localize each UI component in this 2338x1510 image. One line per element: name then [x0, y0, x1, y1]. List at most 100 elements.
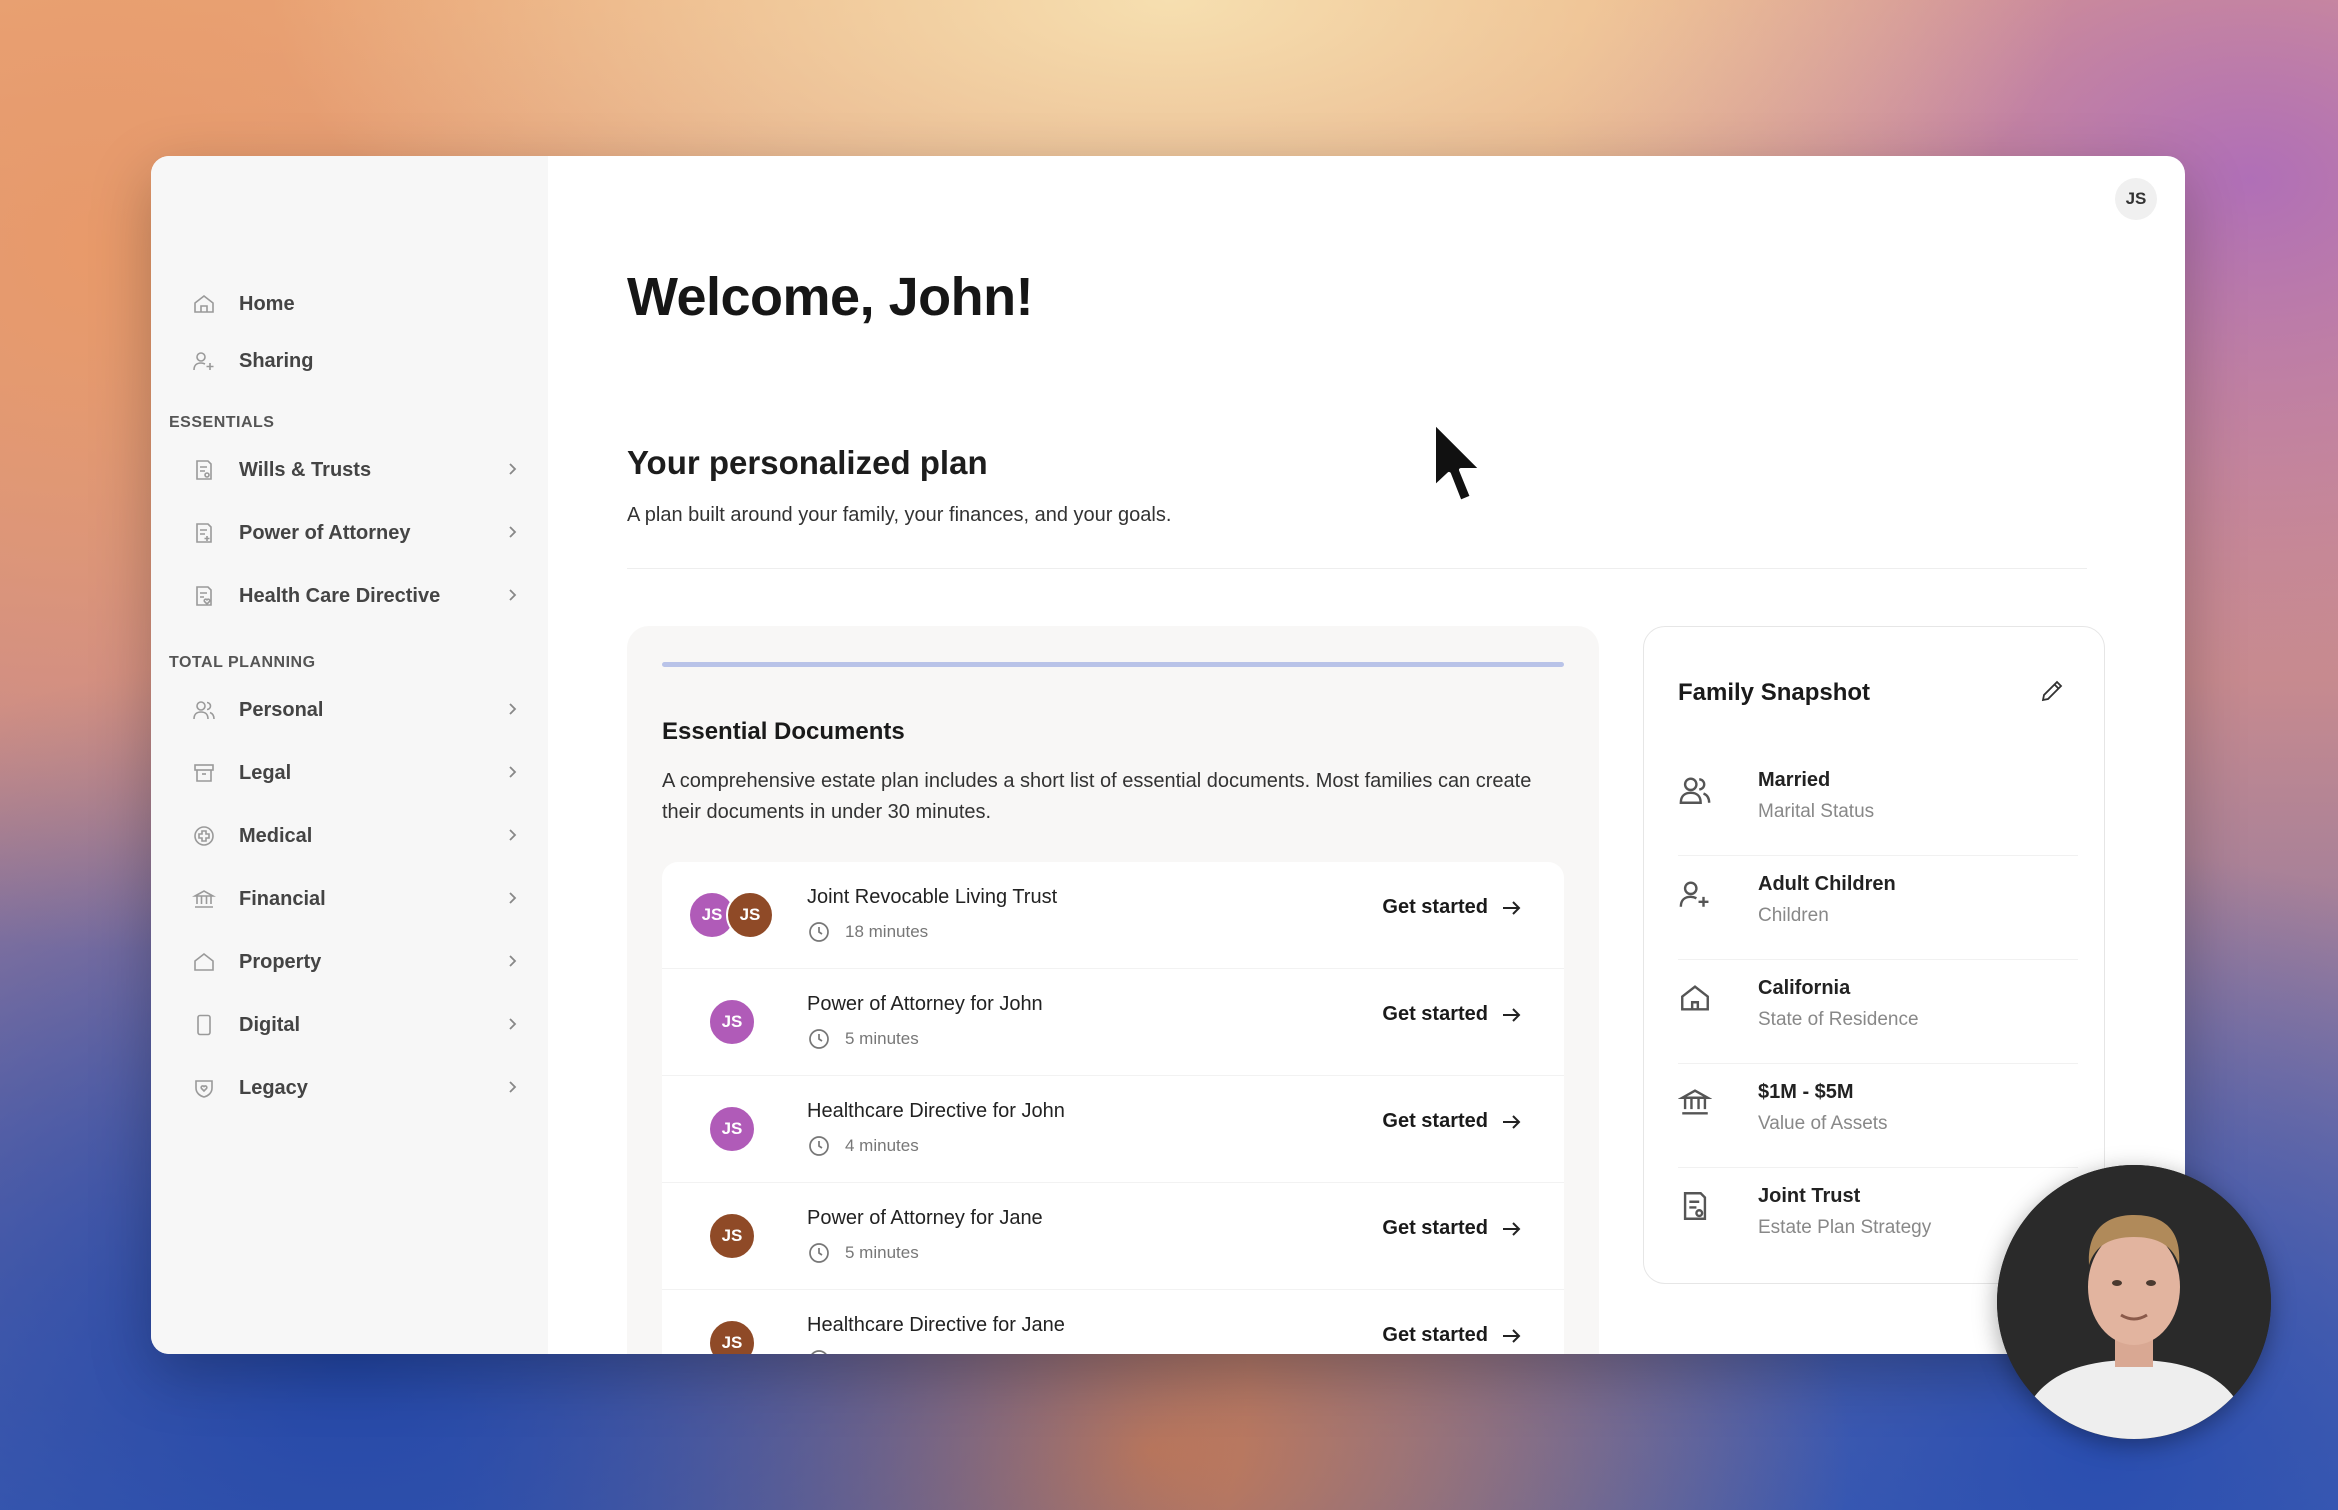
sidebar-item-legacy[interactable]: Legacy: [191, 1064, 521, 1112]
section-label-essentials: ESSENTIALS: [169, 414, 275, 431]
get-started-button[interactable]: Get started: [1382, 1217, 1522, 1240]
sidebar-item-label: Home: [239, 292, 295, 315]
avatar-jane: JS: [708, 1212, 756, 1260]
sidebar-item-label: Financial: [239, 887, 326, 910]
app-window: Home Sharing ESSENTIALS Wills & Trusts P…: [151, 156, 2185, 1354]
sidebar-item-property[interactable]: Property: [191, 938, 521, 986]
user-add-icon: [191, 348, 217, 374]
get-started-label: Get started: [1382, 896, 1488, 918]
sidebar-item-power-of-attorney[interactable]: Power of Attorney: [191, 509, 521, 557]
sidebar-item-home[interactable]: Home: [191, 280, 521, 328]
bank-icon: [191, 886, 217, 912]
get-started-button[interactable]: Get started: [1382, 1324, 1522, 1347]
chevron-right-icon: [505, 954, 521, 970]
snapshot-label: Marital Status: [1758, 801, 1875, 822]
sidebar-item-label: Health Care Directive: [239, 584, 441, 607]
snapshot-value: $1M - $5M: [1758, 1081, 1854, 1103]
section-label-total-planning: TOTAL PLANNING: [169, 654, 316, 671]
chevron-right-icon: [505, 702, 521, 718]
sidebar-item-sharing[interactable]: Sharing: [191, 337, 521, 385]
sidebar-item-personal[interactable]: Personal: [191, 686, 521, 734]
document-time: [807, 1348, 845, 1354]
document-title: Healthcare Directive for Jane: [807, 1314, 1065, 1336]
family-snapshot-card: Family Snapshot Married Marital Status A…: [1643, 626, 2105, 1284]
document-time-label: 5 minutes: [845, 1029, 919, 1048]
sidebar-item-label: Wills & Trusts: [239, 458, 372, 481]
sidebar-item-digital[interactable]: Digital: [191, 1001, 521, 1049]
archive-icon: [191, 760, 217, 786]
document-row-poa-jane[interactable]: JS Power of Attorney for Jane 5 minutes …: [662, 1183, 1564, 1290]
bank-icon: [1677, 1085, 1714, 1121]
chevron-right-icon: [505, 1017, 521, 1033]
sidebar-item-label: Power of Attorney: [239, 521, 411, 544]
sidebar-item-medical[interactable]: Medical: [191, 812, 521, 860]
document-row-hcd-jane[interactable]: JS Healthcare Directive for Jane Get sta…: [662, 1290, 1564, 1354]
sidebar: Home Sharing ESSENTIALS Wills & Trusts P…: [151, 156, 548, 1354]
document-title: Joint Revocable Living Trust: [807, 886, 1058, 908]
sidebar-item-label: Property: [239, 950, 322, 973]
presenter-video-image: [1997, 1165, 2271, 1439]
document-title: Power of Attorney for Jane: [807, 1207, 1043, 1229]
clock-icon: [811, 1350, 827, 1354]
arrow-right-icon: [1503, 900, 1521, 915]
get-started-button[interactable]: Get started: [1382, 1003, 1522, 1026]
document-row-poa-john[interactable]: JS Power of Attorney for John 5 minutes …: [662, 969, 1564, 1076]
medical-icon: [191, 823, 217, 849]
snapshot-label: Value of Assets: [1758, 1113, 1888, 1134]
avatar-john: JS: [708, 1105, 756, 1153]
document-title: Power of Attorney for John: [807, 993, 1043, 1015]
arrow-right-icon: [1503, 1221, 1521, 1236]
users-icon: [1678, 773, 1714, 809]
document-icon: [1678, 1189, 1714, 1225]
document-row-joint-trust[interactable]: JS JS Joint Revocable Living Trust 18 mi…: [662, 862, 1564, 969]
webcam-overlay: [1997, 1165, 2271, 1439]
get-started-button[interactable]: Get started: [1382, 1110, 1522, 1133]
document-icon: [191, 520, 217, 546]
snapshot-value: Adult Children: [1758, 873, 1896, 895]
avatar-john: JS: [708, 998, 756, 1046]
document-row-hcd-john[interactable]: JS Healthcare Directive for John 4 minut…: [662, 1076, 1564, 1183]
document-list: JS JS Joint Revocable Living Trust 18 mi…: [662, 862, 1564, 1354]
sidebar-item-label: Sharing: [239, 349, 314, 372]
sidebar-item-wills-trusts[interactable]: Wills & Trusts: [191, 446, 521, 494]
arrow-right-icon: [1503, 1328, 1521, 1343]
main-content: JS Welcome, John! Your personalized plan…: [548, 156, 2185, 1354]
sidebar-item-financial[interactable]: Financial: [191, 875, 521, 923]
document-time: 18 minutes: [807, 920, 928, 944]
home-icon: [1678, 981, 1714, 1017]
chevron-right-icon: [505, 1080, 521, 1096]
phone-icon: [191, 1012, 217, 1038]
snapshot-item-children: Adult Children Children: [1678, 855, 2078, 960]
sidebar-item-health-care-directive[interactable]: Health Care Directive: [191, 572, 521, 620]
snapshot-label: Children: [1758, 905, 1829, 926]
chevron-right-icon: [505, 891, 521, 907]
plan-subtitle: A plan built around your family, your fi…: [627, 504, 1172, 526]
snapshot-item-assets: $1M - $5M Value of Assets: [1677, 1063, 2078, 1168]
document-icon: [191, 457, 217, 483]
chevron-right-icon: [505, 828, 521, 844]
user-avatar[interactable]: JS: [2115, 178, 2157, 220]
family-snapshot-title: Family Snapshot: [1678, 679, 1871, 706]
chevron-right-icon: [505, 765, 521, 781]
chevron-right-icon: [505, 525, 521, 541]
page-title: Welcome, John!: [627, 267, 1034, 327]
get-started-label: Get started: [1382, 1003, 1488, 1025]
sidebar-item-label: Medical: [239, 824, 313, 847]
chevron-right-icon: [505, 462, 521, 478]
sidebar-item-legal[interactable]: Legal: [191, 749, 521, 797]
edit-pencil-icon[interactable]: [2038, 677, 2068, 707]
get-started-button[interactable]: Get started: [1382, 896, 1522, 919]
get-started-label: Get started: [1382, 1324, 1488, 1346]
plan-title: Your personalized plan: [627, 444, 988, 481]
document-time: 4 minutes: [807, 1134, 919, 1158]
arrow-right-icon: [1503, 1114, 1521, 1129]
sidebar-item-label: Legal: [239, 761, 292, 784]
document-time: 5 minutes: [807, 1241, 919, 1265]
document-time-label: 18 minutes: [845, 922, 929, 941]
arrow-right-icon: [1503, 1007, 1521, 1022]
snapshot-item-residence: California State of Residence: [1678, 959, 2078, 1064]
clock-icon: [809, 1029, 829, 1049]
snapshot-value: Married: [1758, 769, 1831, 791]
progress-bar: [662, 662, 1564, 667]
document-title: Healthcare Directive for John: [807, 1100, 1065, 1122]
